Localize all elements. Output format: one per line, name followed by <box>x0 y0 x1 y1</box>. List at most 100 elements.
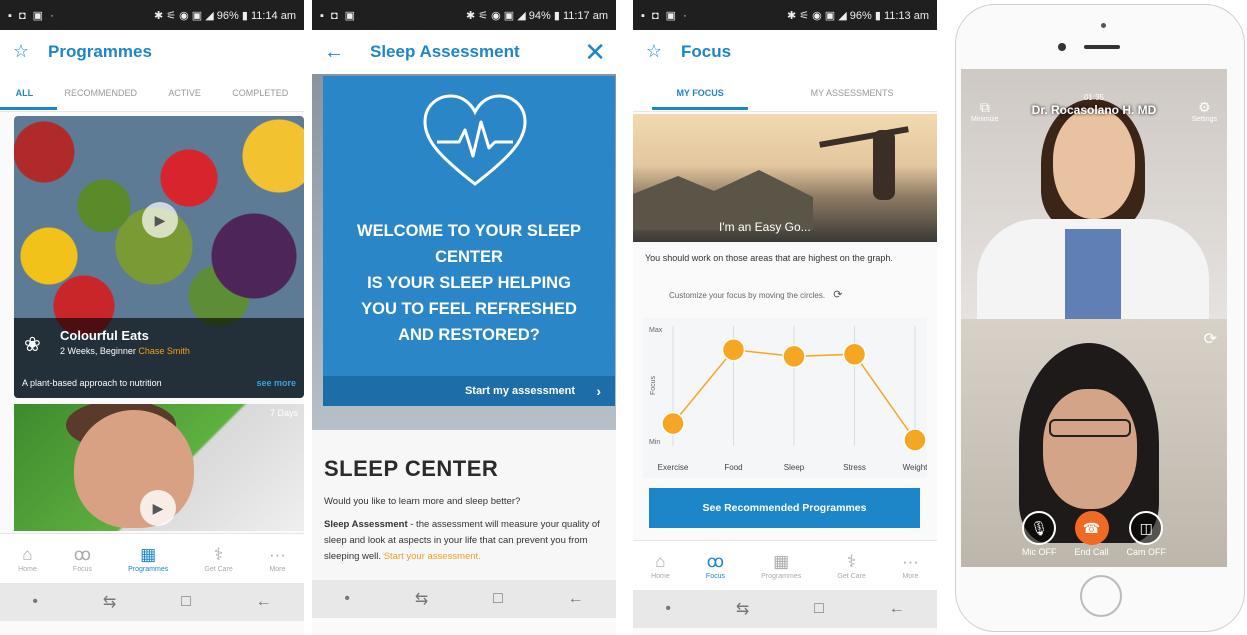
home-button[interactable] <box>1080 575 1122 617</box>
back-arrow-icon[interactable]: ← <box>256 593 272 611</box>
focus-screen: ▪ ◘ ▣ · ✱ ⚟ ◉ ▣ ◢ 96% ▮ 11:13 am ☆ Focus… <box>633 0 937 635</box>
nav-programmes[interactable]: ▦ Programmes <box>761 551 801 580</box>
hero-figure <box>873 130 895 200</box>
card-overlay: ❀ Colourful Eats 2 Weeks, Beginner Chase… <box>14 318 304 398</box>
page-title: Programmes <box>48 42 152 61</box>
switch-camera-icon[interactable]: ⟳ <box>1204 329 1217 349</box>
tab-my-focus[interactable]: MY FOCUS <box>652 88 749 110</box>
nav-label: Programmes <box>128 566 169 573</box>
welcome-line: IS YOUR SLEEP HELPING <box>367 274 571 292</box>
sleep-hero: WELCOME TO YOUR SLEEP CENTER IS YOUR SLE… <box>312 74 616 430</box>
programme-card-colourful-eats[interactable]: ▶ ❀ Colourful Eats 2 Weeks, Beginner Cha… <box>14 116 304 398</box>
dot-icon[interactable]: • <box>32 593 38 611</box>
recents-icon[interactable]: ⇆ <box>415 589 428 609</box>
focus-chart-svg: Max Min Focus Exercise Food Sleep Stress Weight <box>643 318 927 478</box>
doctor-scrubs <box>1065 229 1121 319</box>
home-icon: ⌂ <box>655 552 666 571</box>
chevron-right-icon: › <box>596 383 601 399</box>
tab-my-assessments[interactable]: MY ASSESSMENTS <box>811 88 894 98</box>
dot-icon[interactable]: • <box>665 600 671 618</box>
card-title: Colourful Eats <box>60 328 149 343</box>
recents-icon[interactable]: ⇆ <box>103 592 116 612</box>
earpiece-speaker <box>1084 45 1120 49</box>
nav-get-care[interactable]: ⚕ Get Care <box>204 544 232 573</box>
status-icons-right: ✱ ⚟ ◉ ▣ ◢ 96% ▮ 11:13 am <box>786 9 929 22</box>
card-duration-level: 2 Weeks, Beginner <box>60 346 136 356</box>
home-square-icon[interactable]: □ <box>493 590 503 608</box>
focus-icon: ꝏ <box>73 545 92 564</box>
system-nav-bar: • ⇆ □ ← <box>0 583 304 621</box>
see-recommended-programmes-button[interactable]: See Recommended Programmes <box>649 488 920 528</box>
settings-button[interactable]: ⚙ Settings <box>1192 99 1217 123</box>
tab-active[interactable]: ACTIVE <box>168 88 201 98</box>
see-more-link[interactable]: see more <box>256 378 296 388</box>
nav-more[interactable]: ··· More <box>269 544 286 573</box>
play-icon[interactable]: ▶ <box>142 202 178 238</box>
nav-home[interactable]: ⌂ Home <box>18 544 37 573</box>
user-glasses <box>1049 419 1131 437</box>
programme-card-sleep[interactable]: 7 Days ▶ <box>14 404 304 531</box>
recents-icon[interactable]: ⇆ <box>736 599 749 619</box>
tab-completed[interactable]: COMPLETED <box>232 88 288 98</box>
dot-icon[interactable]: • <box>344 590 350 608</box>
play-icon[interactable]: ▶ <box>140 490 176 526</box>
tab-recommended[interactable]: RECOMMENDED <box>65 88 138 98</box>
call-controls: 🎙 Mic OFF ☎ End Call ◫ Cam OFF <box>961 511 1227 557</box>
nav-focus[interactable]: ꝏ Focus <box>706 551 725 580</box>
page-title: Focus <box>681 42 732 61</box>
refresh-icon[interactable]: ⟳ <box>833 289 842 301</box>
nav-label: Get Care <box>837 573 866 580</box>
back-arrow-icon[interactable]: ← <box>568 590 584 608</box>
proximity-sensor <box>1101 23 1106 28</box>
nav-more[interactable]: ··· More <box>902 551 919 580</box>
mic-off-icon[interactable]: 🎙 <box>1022 511 1057 545</box>
minimize-button[interactable]: ⧉ Minimize <box>971 99 999 123</box>
data-point-exercise <box>661 411 685 436</box>
mic-off-control[interactable]: 🎙 Mic OFF <box>1022 511 1057 557</box>
nav-label: Home <box>18 566 37 573</box>
programmes-icon: ▦ <box>140 545 157 564</box>
cam-off-icon[interactable]: ◫ <box>1129 511 1164 545</box>
programme-tabs: ALL RECOMMENDED ACTIVE COMPLETED <box>0 74 304 112</box>
start-assessment-button[interactable]: Start my assessment › <box>323 376 615 406</box>
sleep-assessment-screen: ▪ ◘ ▣ ✱ ⚟ ◉ ▣ ◢ 94% ▮ 11:17 am ← Sleep A… <box>312 0 616 635</box>
start-assessment-link[interactable]: Start your assessment. <box>384 551 481 562</box>
minimize-icon: ⧉ <box>979 99 990 115</box>
gear-icon: ⚙ <box>1198 99 1211 115</box>
nav-home[interactable]: ⌂ Home <box>651 551 670 580</box>
focus-icon: ꝏ <box>706 552 725 571</box>
nav-focus[interactable]: ꝏ Focus <box>73 544 92 573</box>
nav-programmes[interactable]: ▦ Programmes <box>128 544 168 573</box>
nav-get-care[interactable]: ⚕ Get Care <box>837 551 865 580</box>
nav-label: Programmes <box>761 573 802 580</box>
focus-tabs: MY FOCUS MY ASSESSMENTS <box>633 74 937 112</box>
back-arrow-icon[interactable]: ← <box>889 600 905 618</box>
settings-label: Settings <box>1191 116 1217 123</box>
end-call-control[interactable]: ☎ End Call <box>1074 511 1109 557</box>
tab-all[interactable]: ALL <box>0 88 57 110</box>
close-icon[interactable]: ✕ <box>584 37 606 68</box>
doctor-face <box>1053 109 1135 219</box>
x-tick-label: Weight <box>903 463 927 472</box>
programmes-screen: ▪ ◘ ▣ · ✱ ⚟ ◉ ▣ ◢ 96% ▮ 11:14 am ☆ Progr… <box>0 0 304 635</box>
page-title: Sleep Assessment <box>370 42 520 61</box>
home-square-icon[interactable]: □ <box>814 600 824 618</box>
card-image-face <box>74 410 194 528</box>
data-point-stress <box>842 342 867 366</box>
system-nav-bar: • ⇆ □ ← <box>633 590 937 628</box>
leaf-icon: ❀ <box>24 334 41 356</box>
app-bar: ☆ Focus <box>633 30 937 74</box>
back-arrow-icon[interactable]: ← <box>324 41 344 64</box>
nav-label: Home <box>651 573 670 580</box>
focus-hero-image: I'm an Easy Go... <box>633 114 937 242</box>
status-icons-right: ✱ ⚟ ◉ ▣ ◢ 94% ▮ 11:17 am <box>465 9 608 22</box>
home-square-icon[interactable]: □ <box>181 593 191 611</box>
x-tick-label: Stress <box>843 463 866 472</box>
home-icon: ⌂ <box>22 545 33 564</box>
x-tick-label: Exercise <box>658 463 689 472</box>
cam-off-control[interactable]: ◫ Cam OFF <box>1127 511 1166 557</box>
welcome-line: AND RESTORED? <box>398 326 540 344</box>
end-call-icon[interactable]: ☎ <box>1074 511 1109 545</box>
doctor-name: Dr. Rocasolano H. MD <box>1031 103 1157 117</box>
status-bar: ▪ ◘ ▣ · ✱ ⚟ ◉ ▣ ◢ 96% ▮ 11:13 am <box>633 0 937 30</box>
